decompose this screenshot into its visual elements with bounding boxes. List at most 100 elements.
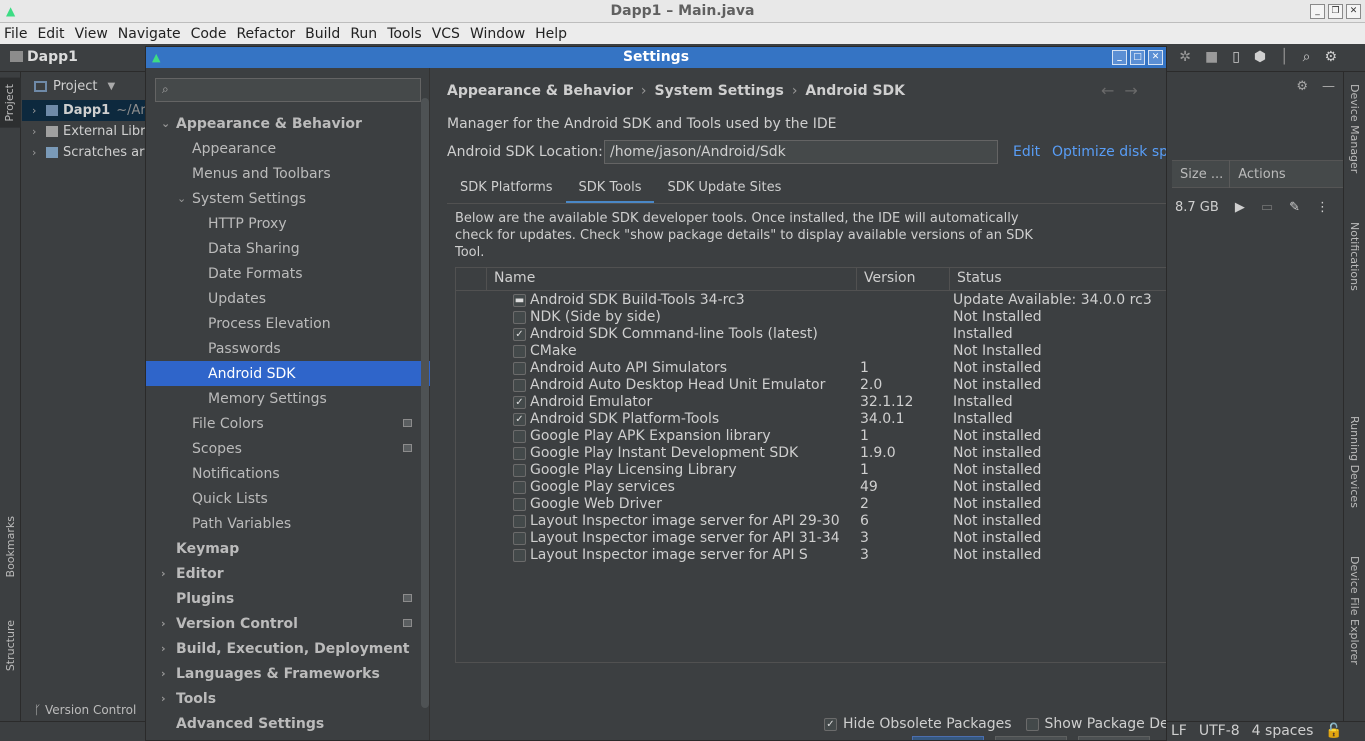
size-column-header[interactable]: Size ...	[1172, 167, 1223, 182]
restore-button[interactable]: ❐	[1328, 4, 1343, 19]
table-row[interactable]: Google Play APK Expansion library 1 Not in…	[456, 428, 1166, 445]
tree-item[interactable]: › Tools	[146, 686, 430, 711]
menu-edit[interactable]: Edit	[37, 26, 64, 42]
package-checkbox[interactable]	[513, 481, 526, 494]
menu-vcs[interactable]: VCS	[432, 26, 460, 42]
optimize-disk-space-link[interactable]: Optimize disk spa	[1052, 144, 1166, 160]
tree-item[interactable]: › Languages & Frameworks	[146, 661, 430, 686]
device-row[interactable]: 8.7 GB ▶ ▭ ✎ ⋮	[1175, 200, 1329, 215]
sdk-location-field[interactable]	[604, 140, 998, 164]
actions-column-header[interactable]: Actions	[1230, 167, 1286, 182]
package-checkbox[interactable]	[513, 532, 526, 545]
show-package-details-checkbox[interactable]	[1025, 717, 1039, 731]
chevron-right-icon[interactable]: ›	[161, 692, 166, 705]
more-vertical-icon[interactable]: ⋮	[1316, 200, 1329, 215]
table-row[interactable]: NDK (Side by side) Not Installed	[456, 309, 1166, 326]
dialog-close-button[interactable]: ✕	[1148, 50, 1163, 65]
table-row[interactable]: ✓ Android SDK Platform-Tools 34.0.1 Install…	[456, 411, 1166, 428]
tab-sdk-update-sites[interactable]: SDK Update Sites	[654, 174, 794, 204]
table-row[interactable]: Layout Inspector image server for API 31…	[456, 530, 1166, 547]
menu-tools[interactable]: Tools	[387, 26, 422, 42]
chevron-right-icon[interactable]: ›	[32, 125, 46, 138]
search-everywhere-icon[interactable]: ⌕	[1303, 49, 1311, 65]
tree-item[interactable]: Data Sharing	[146, 236, 430, 261]
minimize-button[interactable]: _	[1310, 4, 1325, 19]
table-row[interactable]: Android Auto Desktop Head Unit Emulator 2…	[456, 377, 1166, 394]
project-tool-tab[interactable]: Project	[0, 78, 21, 128]
settings-title-bar[interactable]: ▲ Settings _ □ ✕	[146, 47, 1166, 68]
tree-item[interactable]: › Version Control	[146, 611, 430, 636]
hide-obsolete-checkbox[interactable]: ✓	[824, 717, 837, 731]
debug-icon[interactable]: ✲	[1179, 49, 1191, 65]
settings-search[interactable]: ⌕	[155, 78, 421, 102]
tree-item[interactable]: Notifications	[146, 461, 430, 486]
close-window-button[interactable]: ✕	[1346, 4, 1361, 19]
project-panel-header[interactable]: Project ▼	[22, 72, 152, 100]
chevron-right-icon[interactable]: ›	[161, 642, 166, 655]
chevron-right-icon[interactable]: ›	[161, 567, 166, 580]
menu-navigate[interactable]: Navigate	[118, 26, 181, 42]
tree-item[interactable]: Memory Settings	[146, 386, 430, 411]
project-breadcrumb[interactable]: Dapp1	[10, 49, 78, 65]
structure-tool-tab[interactable]: Structure	[4, 620, 17, 671]
version-column-header[interactable]: Version	[864, 270, 915, 286]
lock-icon[interactable]: 🔓	[1325, 723, 1342, 739]
chevron-right-icon[interactable]: ›	[32, 104, 46, 117]
tree-item[interactable]: Process Elevation	[146, 311, 430, 336]
stop-icon[interactable]: ■	[1205, 49, 1218, 65]
tree-item[interactable]: HTTP Proxy	[146, 211, 430, 236]
indent-widget[interactable]: 4 spaces	[1252, 723, 1314, 739]
table-row[interactable]: Layout Inspector image server for API S 3…	[456, 547, 1166, 564]
forward-arrow-icon[interactable]: →	[1124, 81, 1147, 100]
line-separator-widget[interactable]: LF	[1171, 723, 1187, 739]
chevron-down-icon[interactable]: ⌄	[161, 117, 170, 130]
menu-code[interactable]: Code	[191, 26, 227, 42]
table-row[interactable]: ✓ Android SDK Command-line Tools (latest)…	[456, 326, 1166, 343]
tree-item[interactable]: ⌄ System Settings	[146, 186, 430, 211]
tree-item[interactable]: ⌄ Appearance & Behavior	[146, 111, 430, 136]
package-checkbox[interactable]	[513, 311, 526, 324]
project-tree-item[interactable]: › External Libr	[22, 121, 152, 142]
chevron-down-icon[interactable]: ⌄	[177, 192, 186, 205]
tab-sdk-platforms[interactable]: SDK Platforms	[447, 174, 566, 204]
package-checkbox[interactable]	[513, 498, 526, 511]
menu-file[interactable]: File	[4, 26, 27, 42]
table-row[interactable]: Google Play Instant Development SDK 1.9.0…	[456, 445, 1166, 462]
apply-button[interactable]	[1078, 736, 1150, 740]
tree-item[interactable]: Date Formats	[146, 261, 430, 286]
chevron-down-icon[interactable]: ▼	[107, 81, 115, 92]
menu-help[interactable]: Help	[535, 26, 567, 42]
sdk-manager-icon[interactable]: ⬢	[1254, 49, 1266, 65]
package-checkbox[interactable]: ✓	[513, 328, 526, 341]
tree-scrollbar[interactable]	[421, 98, 429, 708]
back-arrow-icon[interactable]: ←	[1101, 81, 1124, 100]
settings-gear-icon[interactable]: ⚙	[1324, 49, 1337, 65]
menu-refactor[interactable]: Refactor	[236, 26, 295, 42]
package-checkbox[interactable]	[513, 464, 526, 477]
edit-pencil-icon[interactable]: ✎	[1289, 200, 1300, 215]
tree-item[interactable]: › Build, Execution, Deployment	[146, 636, 430, 661]
package-checkbox[interactable]	[513, 549, 526, 562]
tree-item[interactable]: Android SDK	[146, 361, 430, 386]
breadcrumb-item[interactable]: Appearance & Behavior	[447, 83, 633, 99]
edit-location-link[interactable]: Edit	[1013, 144, 1040, 160]
package-checkbox[interactable]: ▬	[513, 294, 526, 307]
bookmarks-tool-tab[interactable]: Bookmarks	[4, 516, 17, 577]
chevron-right-icon[interactable]: ›	[32, 146, 46, 159]
tree-item[interactable]: Quick Lists	[146, 486, 430, 511]
device-manager-tool-tab[interactable]: Device Manager	[1348, 84, 1361, 173]
tree-item[interactable]: Keymap	[146, 536, 430, 561]
table-row[interactable]: ✓ Android Emulator 32.1.12 Installed	[456, 394, 1166, 411]
folder-icon[interactable]: ▭	[1261, 200, 1273, 215]
menu-build[interactable]: Build	[305, 26, 340, 42]
tree-item[interactable]: File Colors	[146, 411, 430, 436]
tab-sdk-tools[interactable]: SDK Tools	[565, 174, 655, 204]
tree-item[interactable]: Updates	[146, 286, 430, 311]
menu-window[interactable]: Window	[470, 26, 525, 42]
tree-item[interactable]: Menus and Toolbars	[146, 161, 430, 186]
table-row[interactable]: ▬ Android SDK Build-Tools 34-rc3 Update Av…	[456, 292, 1166, 309]
package-checkbox[interactable]	[513, 345, 526, 358]
table-row[interactable]: Android Auto API Simulators 1 Not installe…	[456, 360, 1166, 377]
tree-item[interactable]: Scopes	[146, 436, 430, 461]
package-checkbox[interactable]	[513, 447, 526, 460]
